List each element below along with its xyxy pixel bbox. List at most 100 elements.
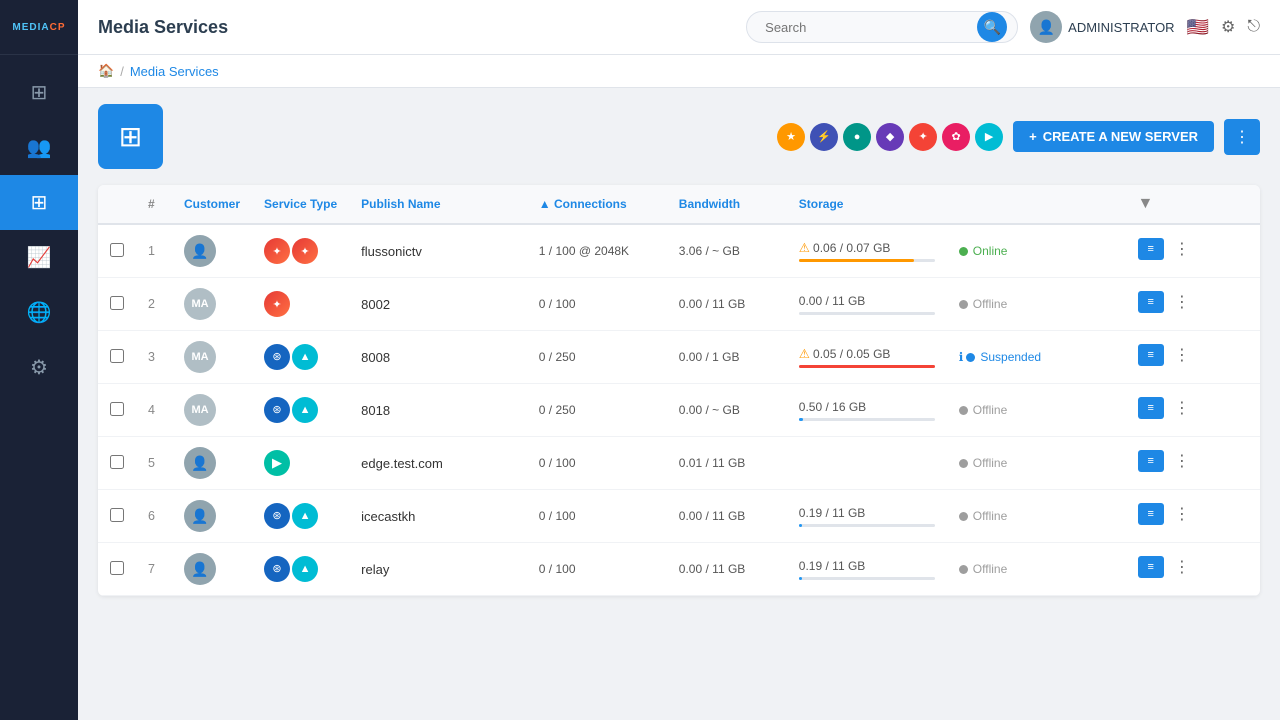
- table-body: 1 👤 ✦✦ flussonictv 1 / 100 @ 2048K 3.06 …: [98, 224, 1260, 596]
- row-bandwidth: 0.00 / ~ GB: [667, 384, 787, 437]
- row-actions: ≡ ⋮: [1126, 490, 1206, 538]
- sidebar-item-settings[interactable]: ⚙: [0, 340, 78, 395]
- customer-avatar: MA: [184, 394, 216, 426]
- service-icon-2[interactable]: ⚡: [810, 123, 838, 151]
- row-checkbox-cell[interactable]: [98, 278, 136, 331]
- row-detail-button[interactable]: ≡: [1138, 238, 1164, 260]
- service-icon-5[interactable]: ✦: [909, 123, 937, 151]
- row-detail-button[interactable]: ≡: [1138, 291, 1164, 313]
- storage-info: ⚠0.05 / 0.05 GB: [799, 346, 935, 368]
- row-checkbox-cell[interactable]: [98, 490, 136, 543]
- row-checkbox[interactable]: [110, 455, 124, 469]
- row-status: Offline: [947, 278, 1126, 331]
- service-icon-7[interactable]: ▶: [975, 123, 1003, 151]
- breadcrumb-current: Media Services: [130, 64, 219, 79]
- row-detail-button[interactable]: ≡: [1138, 344, 1164, 366]
- filter-icon[interactable]: ▼: [1138, 195, 1154, 212]
- sidebar-item-analytics[interactable]: 📈: [0, 230, 78, 285]
- more-options-button[interactable]: ⋮: [1224, 119, 1260, 155]
- row-checkbox[interactable]: [110, 349, 124, 363]
- users-icon: 👥: [27, 135, 52, 160]
- status-badge: Online: [959, 244, 1114, 258]
- row-service-type: ⊛▲: [252, 543, 349, 596]
- create-server-button[interactable]: + CREATE A NEW SERVER: [1013, 121, 1214, 152]
- settings-icon: ⚙: [30, 355, 48, 380]
- row-storage: [787, 437, 947, 490]
- table-row: 6 👤 ⊛▲ icecastkh 0 / 100 0.00 / 11 GB 0.…: [98, 490, 1260, 543]
- service-icon-4[interactable]: ◆: [876, 123, 904, 151]
- service-icon-6[interactable]: ✿: [942, 123, 970, 151]
- row-storage: 0.50 / 16 GB: [787, 384, 947, 437]
- row-connections: 0 / 100: [527, 543, 667, 596]
- breadcrumb-home[interactable]: 🏠: [98, 63, 114, 79]
- row-more-button[interactable]: ⋮: [1168, 288, 1196, 316]
- row-num: 5: [136, 437, 172, 490]
- row-checkbox[interactable]: [110, 402, 124, 416]
- row-detail-button[interactable]: ≡: [1138, 503, 1164, 525]
- analytics-icon: 📈: [27, 245, 52, 270]
- service-icon-1[interactable]: ★: [777, 123, 805, 151]
- sidebar-item-media-services[interactable]: ⊞: [0, 175, 78, 230]
- language-flag[interactable]: 🇺🇸: [1187, 17, 1209, 38]
- row-num: 7: [136, 543, 172, 596]
- col-connections[interactable]: ▲ Connections: [527, 185, 667, 224]
- row-checkbox-cell[interactable]: [98, 224, 136, 278]
- row-detail-button[interactable]: ≡: [1138, 450, 1164, 472]
- row-publish-name: flussonictv: [349, 224, 527, 278]
- row-more-button[interactable]: ⋮: [1168, 500, 1196, 528]
- row-checkbox[interactable]: [110, 243, 124, 257]
- row-checkbox-cell[interactable]: [98, 437, 136, 490]
- row-checkbox[interactable]: [110, 508, 124, 522]
- row-num: 1: [136, 224, 172, 278]
- row-publish-name: icecastkh: [349, 490, 527, 543]
- row-publish-name: relay: [349, 543, 527, 596]
- breadcrumb: 🏠 / Media Services: [78, 55, 1280, 88]
- row-more-button[interactable]: ⋮: [1168, 447, 1196, 475]
- col-service-type: Service Type: [252, 185, 349, 224]
- row-customer: 👤: [172, 437, 252, 490]
- row-status: Offline: [947, 384, 1126, 437]
- storage-info: 0.50 / 16 GB: [799, 400, 935, 421]
- row-connections: 0 / 100: [527, 437, 667, 490]
- content-area: ⊞ ★ ⚡ ● ◆ ✦ ✿ ▶ + CREATE A NEW SERVER: [78, 88, 1280, 720]
- row-bandwidth: 3.06 / ~ GB: [667, 224, 787, 278]
- row-detail-button[interactable]: ≡: [1138, 556, 1164, 578]
- logout-icon[interactable]: ⎋: [1247, 18, 1260, 36]
- row-status: ℹSuspended: [947, 331, 1126, 384]
- row-storage: 0.00 / 11 GB: [787, 278, 947, 331]
- row-checkbox-cell[interactable]: [98, 543, 136, 596]
- row-more-button[interactable]: ⋮: [1168, 553, 1196, 581]
- row-status: Offline: [947, 437, 1126, 490]
- search-input[interactable]: [757, 14, 977, 41]
- col-customer: Customer: [172, 185, 252, 224]
- search-container: 🔍: [746, 11, 1018, 43]
- row-checkbox-cell[interactable]: [98, 384, 136, 437]
- row-more-button[interactable]: ⋮: [1168, 235, 1196, 263]
- row-checkbox[interactable]: [110, 296, 124, 310]
- status-badge: ℹSuspended: [959, 350, 1114, 364]
- row-more-button[interactable]: ⋮: [1168, 341, 1196, 369]
- row-storage: ⚠0.06 / 0.07 GB: [787, 224, 947, 278]
- sidebar-item-users[interactable]: 👥: [0, 120, 78, 175]
- sidebar-item-dashboard[interactable]: ⊞: [0, 65, 78, 120]
- table-row: 1 👤 ✦✦ flussonictv 1 / 100 @ 2048K 3.06 …: [98, 224, 1260, 278]
- row-customer: MA: [172, 278, 252, 331]
- customer-avatar: 👤: [184, 553, 216, 585]
- row-more-button[interactable]: ⋮: [1168, 394, 1196, 422]
- settings-topbar-icon[interactable]: ⚙: [1221, 17, 1235, 37]
- search-button[interactable]: 🔍: [977, 12, 1007, 42]
- storage-info: ⚠0.06 / 0.07 GB: [799, 240, 935, 262]
- row-actions: ≡ ⋮: [1126, 543, 1206, 591]
- row-service-type: ⊛▲: [252, 331, 349, 384]
- service-icon-3[interactable]: ●: [843, 123, 871, 151]
- row-service-type: ✦: [252, 278, 349, 331]
- row-checkbox[interactable]: [110, 561, 124, 575]
- main-content: Media Services 🔍 👤 ADMINISTRATOR 🇺🇸 ⚙ ⎋ …: [78, 0, 1280, 720]
- breadcrumb-separator: /: [120, 64, 124, 79]
- sidebar-item-network[interactable]: 🌐: [0, 285, 78, 340]
- row-customer: 👤: [172, 490, 252, 543]
- row-detail-button[interactable]: ≡: [1138, 397, 1164, 419]
- row-checkbox-cell[interactable]: [98, 331, 136, 384]
- row-num: 6: [136, 490, 172, 543]
- table-row: 3 MA ⊛▲ 8008 0 / 250 0.00 / 1 GB ⚠0.05 /…: [98, 331, 1260, 384]
